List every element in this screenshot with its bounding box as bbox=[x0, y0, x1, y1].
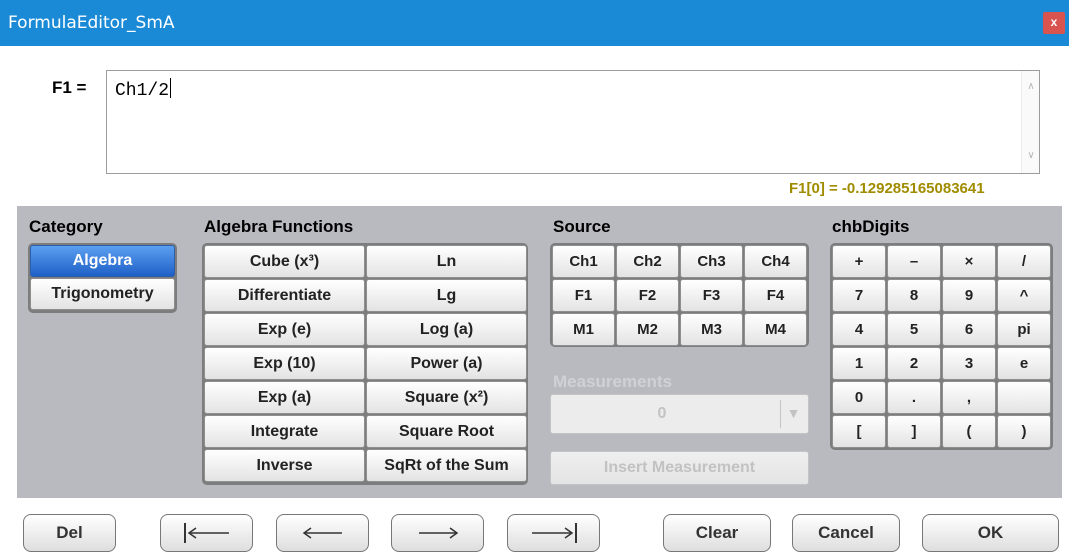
digit-slot-17-button[interactable]: . bbox=[887, 381, 941, 414]
measurements-header: Measurements bbox=[553, 372, 673, 391]
algebra-lg-button[interactable]: Lg bbox=[366, 279, 527, 312]
digit-3-button[interactable]: 3 bbox=[942, 347, 996, 380]
formula-result: F1[0] = -0.129285165083641 bbox=[789, 180, 985, 197]
category-algebra-button[interactable]: Algebra bbox=[30, 245, 175, 277]
digit-slot-2-button[interactable]: × bbox=[942, 245, 996, 278]
arrow-right-icon bbox=[418, 527, 458, 539]
algebra-ln-button[interactable]: Ln bbox=[366, 245, 527, 278]
editor-scrollbar[interactable]: ∧ ∨ bbox=[1021, 71, 1039, 173]
source-f3-button[interactable]: F3 bbox=[680, 279, 743, 312]
digits-header: chbDigits bbox=[832, 217, 910, 236]
algebra-differentiate-button[interactable]: Differentiate bbox=[204, 279, 365, 312]
move-left-button[interactable] bbox=[276, 514, 369, 552]
source-m1-button[interactable]: M1 bbox=[552, 313, 615, 346]
text-caret bbox=[170, 78, 172, 98]
chevron-down-icon[interactable]: ▼ bbox=[780, 400, 806, 428]
close-button[interactable]: x bbox=[1043, 12, 1065, 34]
digit-5-button[interactable]: 5 bbox=[887, 313, 941, 346]
algebra-exp-e-button[interactable]: Exp (e) bbox=[204, 313, 365, 346]
algebra-exp-10-button[interactable]: Exp (10) bbox=[204, 347, 365, 380]
source-f4-button[interactable]: F4 bbox=[744, 279, 807, 312]
cancel-button[interactable]: Cancel bbox=[792, 514, 900, 552]
digit-slot-0-button[interactable]: + bbox=[832, 245, 886, 278]
digit-e-button[interactable]: e bbox=[997, 347, 1051, 380]
algebra-integrate-button[interactable]: Integrate bbox=[204, 415, 365, 448]
ok-button[interactable]: OK bbox=[922, 514, 1059, 552]
measurement-select-value: 0 bbox=[657, 405, 667, 422]
source-group: Ch1 Ch2 Ch3 Ch4 F1 F2 F3 F4 M1 M2 M3 M4 bbox=[550, 243, 809, 347]
digit-4-button[interactable]: 4 bbox=[832, 313, 886, 346]
function-panel: Category Algebra Functions Source chbDig… bbox=[17, 206, 1062, 498]
digit-7-button[interactable]: 7 bbox=[832, 279, 886, 312]
algebra-inverse-button[interactable]: Inverse bbox=[204, 449, 365, 482]
digit-2-button[interactable]: 2 bbox=[887, 347, 941, 380]
formula-text[interactable]: Ch1/2 bbox=[115, 78, 172, 101]
algebra-square-root-button[interactable]: Square Root bbox=[366, 415, 527, 448]
move-to-start-button[interactable] bbox=[160, 514, 253, 552]
algebra-power-a-button[interactable]: Power (a) bbox=[366, 347, 527, 380]
source-m4-button[interactable]: M4 bbox=[744, 313, 807, 346]
source-header: Source bbox=[553, 217, 611, 236]
category-group: Algebra Trigonometry bbox=[28, 243, 177, 313]
title-bar: FormulaEditor_SmA x bbox=[0, 0, 1069, 46]
algebra-sqrt-of-the-sum-button[interactable]: SqRt of the Sum bbox=[366, 449, 527, 482]
digit-slot-21-button[interactable]: ] bbox=[887, 415, 941, 448]
source-f1-button[interactable]: F1 bbox=[552, 279, 615, 312]
delete-button[interactable]: Del bbox=[23, 514, 116, 552]
digit-slot-1-button[interactable]: – bbox=[887, 245, 941, 278]
digit-slot-23-button[interactable]: ) bbox=[997, 415, 1051, 448]
digit-1-button[interactable]: 1 bbox=[832, 347, 886, 380]
digit-slot-7-button[interactable]: ^ bbox=[997, 279, 1051, 312]
source-m2-button[interactable]: M2 bbox=[616, 313, 679, 346]
source-m3-button[interactable]: M3 bbox=[680, 313, 743, 346]
digit-6-button[interactable]: 6 bbox=[942, 313, 996, 346]
category-trigonometry-button[interactable]: Trigonometry bbox=[30, 278, 175, 310]
source-ch4-button[interactable]: Ch4 bbox=[744, 245, 807, 278]
formula-editor[interactable]: Ch1/2 ∧ ∨ bbox=[106, 70, 1040, 174]
formula-label: F1 = bbox=[52, 78, 87, 97]
algebra-functions-group: Cube (x³) Ln Differentiate Lg Exp (e) Log (a)… bbox=[202, 243, 528, 485]
digit-slot-3-button[interactable]: / bbox=[997, 245, 1051, 278]
move-right-button[interactable] bbox=[391, 514, 484, 552]
move-to-end-button[interactable] bbox=[507, 514, 600, 552]
algebra-exp-a-button[interactable]: Exp (a) bbox=[204, 381, 365, 414]
digit-slot-18-button[interactable]: , bbox=[942, 381, 996, 414]
source-f2-button[interactable]: F2 bbox=[616, 279, 679, 312]
source-ch3-button[interactable]: Ch3 bbox=[680, 245, 743, 278]
digit-8-button[interactable]: 8 bbox=[887, 279, 941, 312]
digits-group: + – ×/ 7 8 9 ^ 4 5 6 pi 1 2 3 e 0., []() bbox=[830, 243, 1053, 450]
measurement-select[interactable]: 0 ▼ bbox=[550, 394, 809, 434]
algebra-header: Algebra Functions bbox=[204, 217, 354, 236]
digit-slot-20-button[interactable]: [ bbox=[832, 415, 886, 448]
scroll-up-icon[interactable]: ∧ bbox=[1025, 81, 1037, 92]
source-ch1-button[interactable]: Ch1 bbox=[552, 245, 615, 278]
arrow-to-end-icon bbox=[531, 523, 577, 543]
digit-9-button[interactable]: 9 bbox=[942, 279, 996, 312]
arrow-to-start-icon bbox=[183, 523, 229, 543]
digit-0-button[interactable]: 0 bbox=[832, 381, 886, 414]
digit-slot-19-button[interactable] bbox=[997, 381, 1051, 414]
digit-pi-button[interactable]: pi bbox=[997, 313, 1051, 346]
algebra-cube-x-button[interactable]: Cube (x³) bbox=[204, 245, 365, 278]
clear-button[interactable]: Clear bbox=[663, 514, 771, 552]
algebra-log-a-button[interactable]: Log (a) bbox=[366, 313, 527, 346]
window-title: FormulaEditor_SmA bbox=[8, 13, 175, 33]
source-ch2-button[interactable]: Ch2 bbox=[616, 245, 679, 278]
category-header: Category bbox=[29, 217, 103, 236]
scroll-down-icon[interactable]: ∨ bbox=[1025, 150, 1037, 161]
algebra-square-x-button[interactable]: Square (x²) bbox=[366, 381, 527, 414]
insert-measurement-button[interactable]: Insert Measurement bbox=[550, 451, 809, 485]
arrow-left-icon bbox=[302, 527, 342, 539]
digit-slot-22-button[interactable]: ( bbox=[942, 415, 996, 448]
